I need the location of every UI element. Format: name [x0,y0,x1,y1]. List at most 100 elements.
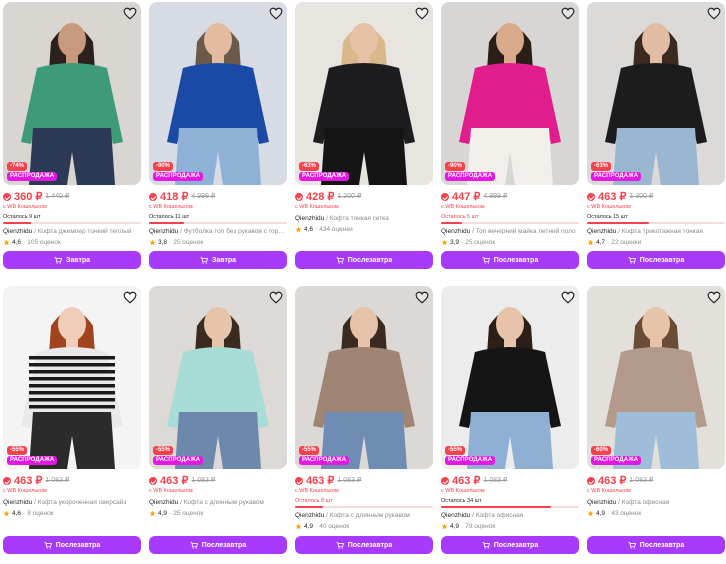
discount-badge: -63% [299,162,320,171]
rating: 4,9 · 25 оценок [149,509,287,518]
product-photo[interactable]: -55% РАСПРОДАЖА [3,286,141,469]
product-card-black-vneck[interactable]: -63% РАСПРОДАЖА 463 ₽ 1 300 ₽ с WB Кошел… [587,2,725,270]
add-to-cart-button[interactable]: Послезавтра [3,536,141,554]
favorite-icon[interactable] [414,289,430,305]
rating-dot: · [23,239,26,246]
product-photo[interactable]: -55% РАСПРОДАЖА [295,286,433,469]
favorite-icon[interactable] [560,289,576,305]
price: 463 ₽ [598,191,627,203]
add-to-cart-button[interactable]: Послезавтра [149,536,287,554]
product-card-mint-vneck[interactable]: -55% РАСПРОДАЖА 463 ₽ 1 083 ₽ с WB Кошел… [149,286,287,554]
star-icon [3,239,10,246]
product-name[interactable]: Qienzhidu / Кофта тонкая сетка [295,214,433,223]
product-name[interactable]: Qienzhidu / Топ вечерний майка летний по… [441,227,579,236]
stock-bar-fill [3,222,31,224]
cart-icon [44,541,52,549]
rating: 4,6 · 105 оценок [3,238,141,247]
stock-text: Осталось 5 шт [441,214,479,220]
wallet-check-icon [3,193,11,201]
stock-bar [587,222,725,224]
product-name[interactable]: Qienzhidu / Кофта офисная [587,498,725,507]
favorite-icon[interactable] [122,289,138,305]
review-count: 25 оценок [173,510,204,517]
product-photo[interactable]: -63% РАСПРОДАЖА [295,2,433,185]
product-card-man-green-sweater[interactable]: -74% РАСПРОДАЖА 360 ₽ 1 440 ₽ с WB Кошел… [3,2,141,270]
stock-bar-fill [441,222,462,224]
wallet-check-icon [587,193,595,201]
add-to-cart-button[interactable]: Послезавтра [295,251,433,269]
star-icon [587,510,594,517]
favorite-icon[interactable] [268,5,284,21]
add-to-cart-button[interactable]: Завтра [149,251,287,269]
product-name[interactable]: Qienzhidu / Кофта укороченная оверсайз [3,498,141,507]
stock-note: Осталось 5 шт [441,214,579,224]
product-card-blue-top-denim[interactable]: -90% РАСПРОДАЖА 418 ₽ 4 999 ₽ с WB Кошел… [149,2,287,270]
sweater-stripe [29,384,115,388]
discount-badge: -55% [153,446,174,455]
product-photo[interactable]: -74% РАСПРОДАЖА [3,2,141,185]
sale-badge: РАСПРОДАЖА [445,456,496,465]
brand: Qienzhidu [3,228,33,235]
rating-value: 4,6 [12,239,22,246]
favorite-icon[interactable] [706,289,722,305]
wallet-note: с WB Кошельком [295,204,339,210]
product-photo[interactable]: -90% РАСПРОДАЖА [441,2,579,185]
product-name[interactable]: Qienzhidu / Кофта офисная [441,511,579,520]
sale-badge: РАСПРОДАЖА [153,172,204,181]
add-to-cart-button[interactable]: Послезавтра [441,251,579,269]
favorite-icon[interactable] [706,5,722,21]
wallet-note: с WB Кошельком [441,488,485,494]
product-image [587,286,725,469]
rating: 3,9 · 25 оценок [441,238,579,247]
product-card-black-top-leather[interactable]: -63% РАСПРОДАЖА 428 ₽ 1 200 ₽ с WB Кошел… [295,2,433,270]
product-photo[interactable]: -55% РАСПРОДАЖА [441,286,579,469]
add-to-cart-button[interactable]: Послезавтра [295,536,433,554]
product-title: Кофта офисная [621,499,670,506]
add-to-cart-button[interactable]: Послезавтра [587,251,725,269]
favorite-icon[interactable] [414,5,430,21]
delivery-label: Послезавтра [493,541,539,549]
wallet-check-icon [295,477,303,485]
product-name[interactable]: Qienzhidu / Кофта трикотажная тонкая [587,227,725,236]
old-price: 1 083 ₽ [45,477,70,484]
product-photo[interactable]: -55% РАСПРОДАЖА [149,286,287,469]
product-card-pink-tank[interactable]: -90% РАСПРОДАЖА 447 ₽ 4 999 ₽ с WB Кошел… [441,2,579,270]
favorite-icon[interactable] [122,5,138,21]
product-card-taupe-vneck[interactable]: -55% РАСПРОДАЖА 463 ₽ 1 083 ₽ с WB Кошел… [295,286,433,554]
cart-icon [54,256,62,264]
rating: 4,9 · 40 оценок [295,522,433,531]
price-row: 447 ₽ 4 999 ₽ [441,191,579,203]
product-card-beige-turtleneck[interactable]: -60% РАСПРОДАЖА 463 ₽ 1 083 ₽ с WB Кошел… [587,286,725,554]
product-card-striped-sweater[interactable]: -55% РАСПРОДАЖА 463 ₽ 1 083 ₽ с WB Кошел… [3,286,141,554]
product-photo[interactable]: -60% РАСПРОДАЖА [587,286,725,469]
rating-dot: · [169,239,172,246]
stock-bar [441,222,579,224]
badges: -63% РАСПРОДАЖА [591,162,642,181]
discount-badge: -90% [445,162,466,171]
product-title: Кофта укороченная оверсайз [37,499,127,506]
rating: 4,7 · 22 оценки [587,238,725,247]
add-to-cart-button[interactable]: Послезавтра [587,536,725,554]
price: 418 ₽ [160,191,189,203]
add-to-cart-button[interactable]: Завтра [3,251,141,269]
product-name[interactable]: Qienzhidu / Кофта с длинным рукавом [295,511,433,520]
favorite-icon[interactable] [560,5,576,21]
old-price: 1 083 ₽ [629,477,654,484]
product-card-black-turtleneck[interactable]: -55% РАСПРОДАЖА 463 ₽ 1 083 ₽ с WB Кошел… [441,286,579,554]
cart-icon [482,256,490,264]
product-name[interactable]: Qienzhidu / Кофта джемпер тонкий теплый [3,227,141,236]
product-name[interactable]: Qienzhidu / Кофта с длинным рукавом [149,498,287,507]
delivery-label: Послезавтра [639,541,685,549]
old-price: 1 300 ₽ [629,193,654,200]
product-title: Кофта с длинным рукавом [183,499,264,506]
product-photo[interactable]: -90% РАСПРОДАЖА [149,2,287,185]
price-row: 463 ₽ 1 083 ₽ [3,475,141,487]
product-name[interactable]: Qienzhidu / Футболка топ без рукавов с г… [149,227,287,236]
delivery-label: Послезавтра [55,541,101,549]
rating: 4,9 · 43 оценок [587,509,725,518]
favorite-icon[interactable] [268,289,284,305]
product-photo[interactable]: -63% РАСПРОДАЖА [587,2,725,185]
star-icon [587,239,594,246]
stock-bar [3,222,141,224]
add-to-cart-button[interactable]: Послезавтра [441,536,579,554]
